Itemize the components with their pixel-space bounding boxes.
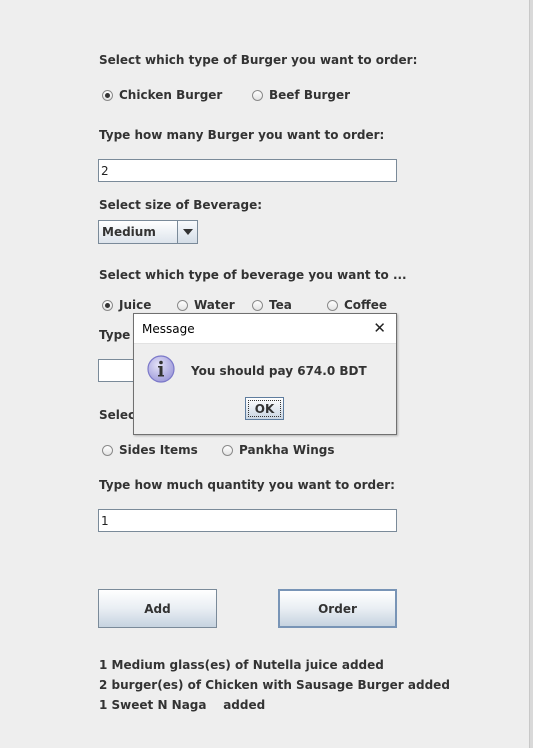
dropdown-arrow-button[interactable]	[177, 221, 197, 243]
radio-indicator	[177, 299, 188, 311]
add-button[interactable]: Add	[98, 589, 217, 628]
radio-label: Sides Items	[119, 443, 198, 457]
radio-tea[interactable]: Tea	[252, 298, 292, 312]
burger-type-label: Select which type of Burger you want to …	[99, 53, 418, 67]
radio-indicator	[252, 89, 263, 101]
burger-qty-label: Type how many Burger you want to order:	[99, 128, 385, 142]
beverage-size-select[interactable]: Medium	[98, 220, 198, 244]
ok-button[interactable]: OK	[245, 397, 284, 420]
radio-coffee[interactable]: Coffee	[327, 298, 387, 312]
status-line: 2 burger(es) of Chicken with Sausage Bur…	[99, 678, 450, 692]
radio-juice[interactable]: Juice	[102, 298, 151, 312]
message-dialog: Message ✕ You should pay 674.0 BDT OK	[133, 313, 397, 435]
radio-water[interactable]: Water	[177, 298, 235, 312]
radio-selected-indicator	[102, 89, 113, 101]
radio-beef-burger[interactable]: Beef Burger	[252, 88, 350, 102]
beverage-size-label: Select size of Beverage:	[99, 198, 263, 212]
dialog-title: Message	[142, 321, 195, 336]
radio-label: Juice	[119, 298, 152, 312]
sides-qty-input[interactable]: 1	[98, 509, 397, 532]
radio-label: Tea	[269, 298, 292, 312]
chevron-down-icon	[182, 229, 193, 235]
radio-pankha-wings[interactable]: Pankha Wings	[222, 443, 335, 457]
radio-label: Coffee	[344, 298, 388, 312]
status-line: 1 Medium glass(es) of Nutella juice adde…	[99, 658, 384, 672]
radio-label: Water	[194, 298, 235, 312]
radio-indicator	[222, 444, 233, 456]
beverage-size-value: Medium	[102, 225, 156, 239]
radio-indicator	[102, 444, 113, 456]
radio-label: Beef Burger	[269, 88, 351, 102]
radio-chicken-burger[interactable]: Chicken Burger	[102, 88, 222, 102]
sides-qty-label: Type how much quantity you want to order…	[99, 478, 395, 492]
dialog-message: You should pay 674.0 BDT	[191, 364, 367, 378]
status-line: 1 Sweet N Naga added	[99, 698, 266, 712]
radio-label: Pankha Wings	[239, 443, 335, 457]
window-right-edge	[529, 0, 533, 748]
dialog-titlebar[interactable]: Message ✕	[134, 314, 396, 344]
beverage-type-label: Select which type of beverage you want t…	[99, 268, 407, 282]
info-icon	[146, 354, 176, 387]
radio-label: Chicken Burger	[119, 88, 223, 102]
close-icon[interactable]: ✕	[373, 321, 386, 336]
radio-indicator	[252, 299, 263, 311]
radio-sides-items[interactable]: Sides Items	[102, 443, 198, 457]
burger-qty-input[interactable]: 2	[98, 159, 397, 182]
radio-selected-indicator	[102, 299, 113, 311]
order-button[interactable]: Order	[278, 589, 397, 628]
radio-indicator	[327, 299, 338, 311]
